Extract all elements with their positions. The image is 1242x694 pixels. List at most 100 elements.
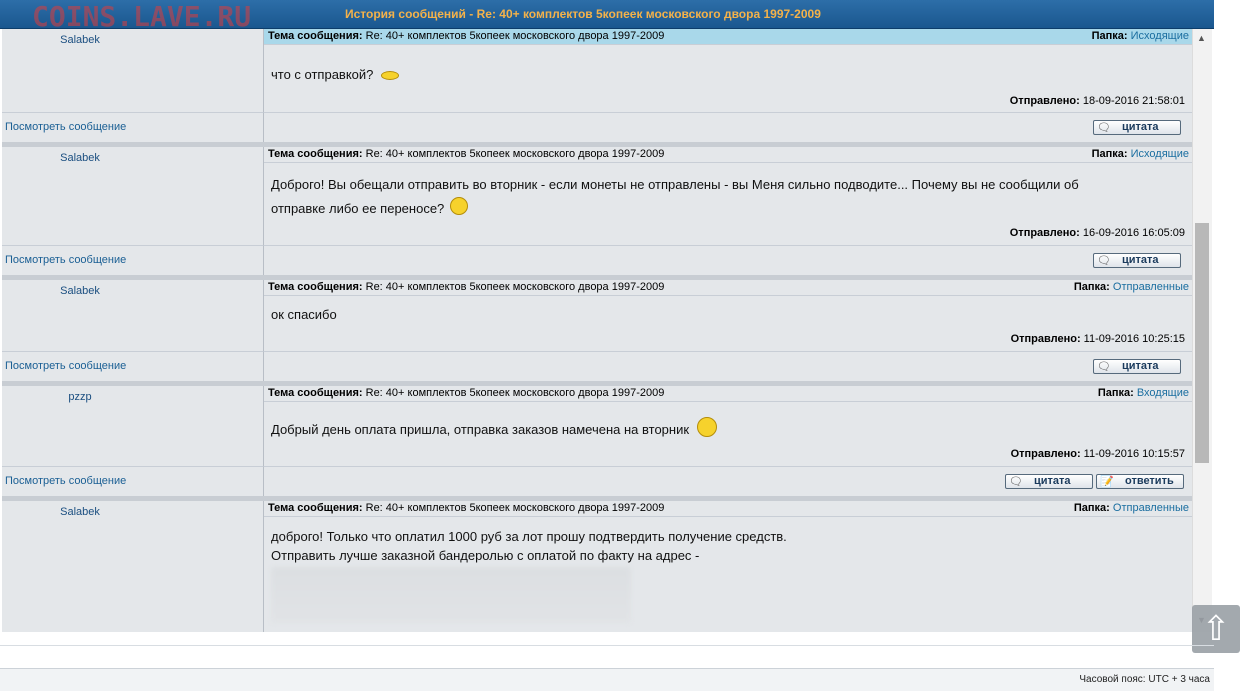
- folder-label: Папка:: [1091, 30, 1128, 42]
- post-footer-left: Посмотреть сообщение: [2, 351, 264, 381]
- view-message-link[interactable]: Посмотреть сообщение: [5, 360, 126, 372]
- message-line: Отправить лучше заказной бандеролью с оп…: [271, 548, 700, 563]
- view-message-link[interactable]: Посмотреть сообщение: [5, 254, 126, 266]
- author-cell: Salabek: [2, 501, 264, 632]
- author-cell: Salabek: [2, 29, 264, 112]
- subject-text: Re: 40+ комплектов 5копеек московского д…: [365, 30, 665, 42]
- speech-bubble-icon: 🗨: [1009, 476, 1023, 488]
- subject-label: Тема сообщения:: [268, 281, 363, 293]
- scroll-up-arrow-icon[interactable]: ▲: [1197, 33, 1206, 43]
- reply-button[interactable]: 📝 ответить: [1096, 474, 1184, 489]
- folder-link[interactable]: Входящие: [1137, 387, 1189, 399]
- subject-label: Тема сообщения:: [268, 387, 363, 399]
- subject-text: Re: 40+ комплектов 5копеек московского д…: [365, 281, 665, 293]
- post-footer-right: 🗨 цитата: [264, 112, 1192, 142]
- message-line: доброго! Только что оплатил 1000 руб за …: [271, 529, 787, 544]
- divider: [0, 645, 1214, 646]
- sent-time: Отправлено: 11-09-2016 10:25:15: [1011, 333, 1185, 345]
- message-body: Добрый день оплата пришла, отправка зака…: [271, 416, 717, 441]
- author-name[interactable]: Salabek: [2, 285, 158, 297]
- message-body: Доброго! Вы обещали отправить во вторник…: [271, 173, 1079, 221]
- folder-label: Папка:: [1073, 502, 1110, 514]
- vertical-scrollbar[interactable]: ▲ ▼: [1192, 29, 1212, 632]
- message-cell: Тема сообщения: Re: 40+ комплектов 5копе…: [264, 29, 1192, 112]
- note-icon: 📝: [1100, 476, 1114, 488]
- subject-bar: Тема сообщения: Re: 40+ комплектов 5копе…: [264, 386, 1192, 402]
- subject-text: Re: 40+ комплектов 5копеек московского д…: [365, 502, 665, 514]
- subject-text: Re: 40+ комплектов 5копеек московского д…: [365, 387, 665, 399]
- message-history: Salabek Тема сообщения: Re: 40+ комплект…: [0, 29, 1214, 632]
- subject-bar: Тема сообщения: Re: 40+ комплектов 5копе…: [264, 29, 1192, 45]
- message-line: отправке либо ее переносе?: [271, 201, 445, 216]
- folder-link[interactable]: Отправленные: [1113, 502, 1189, 514]
- sent-label: Отправлено:: [1009, 95, 1080, 107]
- folder-label: Папка:: [1091, 148, 1128, 160]
- message-body: ок спасибо: [271, 305, 337, 324]
- author-cell: pzzp: [2, 386, 264, 466]
- folder-label: Папка:: [1073, 281, 1110, 293]
- page-title: История сообщений - Re: 40+ комплектов 5…: [345, 7, 821, 21]
- view-message-link[interactable]: Посмотреть сообщение: [5, 121, 126, 133]
- sad-smiley-icon: [449, 196, 468, 215]
- sent-time: Отправлено: 16-09-2016 16:05:09: [1010, 227, 1185, 239]
- message-body: доброго! Только что оплатил 1000 руб за …: [271, 527, 787, 565]
- waving-smiley-icon: [696, 416, 717, 437]
- message-line: Доброго! Вы обещали отправить во вторник…: [271, 177, 1079, 192]
- quote-button[interactable]: 🗨 цитата: [1093, 120, 1181, 135]
- quote-button[interactable]: 🗨 цитата: [1093, 359, 1181, 374]
- scrollbar-thumb[interactable]: [1195, 223, 1209, 463]
- smile-icon: [381, 71, 400, 81]
- timezone-text: Часовой пояс: UTC + 3 часа: [1079, 674, 1210, 685]
- sent-time: Отправлено: 18-09-2016 21:58:01: [1010, 95, 1185, 107]
- subject-text: Re: 40+ комплектов 5копеек московского д…: [365, 148, 665, 160]
- subject-label: Тема сообщения:: [268, 502, 363, 514]
- post-footer-right: 🗨 цитата 📝 ответить: [264, 466, 1192, 496]
- page-footer: Часовой пояс: UTC + 3 часа: [0, 668, 1214, 691]
- speech-bubble-icon: 🗨: [1097, 255, 1111, 267]
- subject-bar: Тема сообщения: Re: 40+ комплектов 5копе…: [264, 501, 1192, 517]
- subject-bar: Тема сообщения: Re: 40+ комплектов 5копе…: [264, 147, 1192, 163]
- sent-value: 11-09-2016 10:25:15: [1083, 333, 1185, 345]
- message-cell: Тема сообщения: Re: 40+ комплектов 5копе…: [264, 386, 1192, 466]
- speech-bubble-icon: 🗨: [1097, 122, 1111, 134]
- message-line: ок спасибо: [271, 307, 337, 322]
- author-name[interactable]: Salabek: [2, 34, 158, 46]
- message-line: Добрый день оплата пришла, отправка зака…: [271, 422, 690, 437]
- post-footer-left: Посмотреть сообщение: [2, 466, 264, 496]
- sent-label: Отправлено:: [1010, 333, 1081, 345]
- quote-button[interactable]: 🗨 цитата: [1005, 474, 1093, 489]
- sent-value: 11-09-2016 10:15:57: [1083, 448, 1185, 460]
- site-watermark: COINS.LAVE.RU: [32, 0, 252, 33]
- author-name[interactable]: Salabek: [2, 152, 158, 164]
- arrow-up-icon: ⇧: [1201, 610, 1231, 648]
- author-name[interactable]: pzzp: [2, 391, 158, 403]
- post-footer-right: 🗨 цитата: [264, 245, 1192, 275]
- sent-label: Отправлено:: [1009, 227, 1080, 239]
- post-footer-left: Посмотреть сообщение: [2, 245, 264, 275]
- author-cell: Salabek: [2, 280, 264, 351]
- message-cell: Тема сообщения: Re: 40+ комплектов 5копе…: [264, 280, 1192, 351]
- message-cell: Тема сообщения: Re: 40+ комплектов 5копе…: [264, 501, 1192, 632]
- author-cell: Salabek: [2, 147, 264, 245]
- quote-button[interactable]: 🗨 цитата: [1093, 253, 1181, 268]
- page-header: COINS.LAVE.RU История сообщений - Re: 40…: [0, 0, 1214, 33]
- redacted-address: [271, 567, 631, 623]
- folder-link[interactable]: Исходящие: [1131, 30, 1189, 42]
- author-name[interactable]: Salabek: [2, 506, 158, 518]
- sent-label: Отправлено:: [1010, 448, 1081, 460]
- speech-bubble-icon: 🗨: [1097, 361, 1111, 373]
- message-body: что с отправкой?: [271, 65, 400, 84]
- subject-bar: Тема сообщения: Re: 40+ комплектов 5копе…: [264, 280, 1192, 296]
- message-line: что с отправкой?: [271, 67, 374, 82]
- subject-label: Тема сообщения:: [268, 30, 363, 42]
- sent-time: Отправлено: 11-09-2016 10:15:57: [1011, 448, 1185, 460]
- folder-link[interactable]: Исходящие: [1131, 148, 1189, 160]
- subject-label: Тема сообщения:: [268, 148, 363, 160]
- sent-value: 16-09-2016 16:05:09: [1082, 227, 1185, 239]
- message-cell: Тема сообщения: Re: 40+ комплектов 5копе…: [264, 147, 1192, 245]
- folder-label: Папка:: [1097, 387, 1134, 399]
- post-footer-right: 🗨 цитата: [264, 351, 1192, 381]
- post-footer-left: Посмотреть сообщение: [2, 112, 264, 142]
- view-message-link[interactable]: Посмотреть сообщение: [5, 475, 126, 487]
- folder-link[interactable]: Отправленные: [1113, 281, 1189, 293]
